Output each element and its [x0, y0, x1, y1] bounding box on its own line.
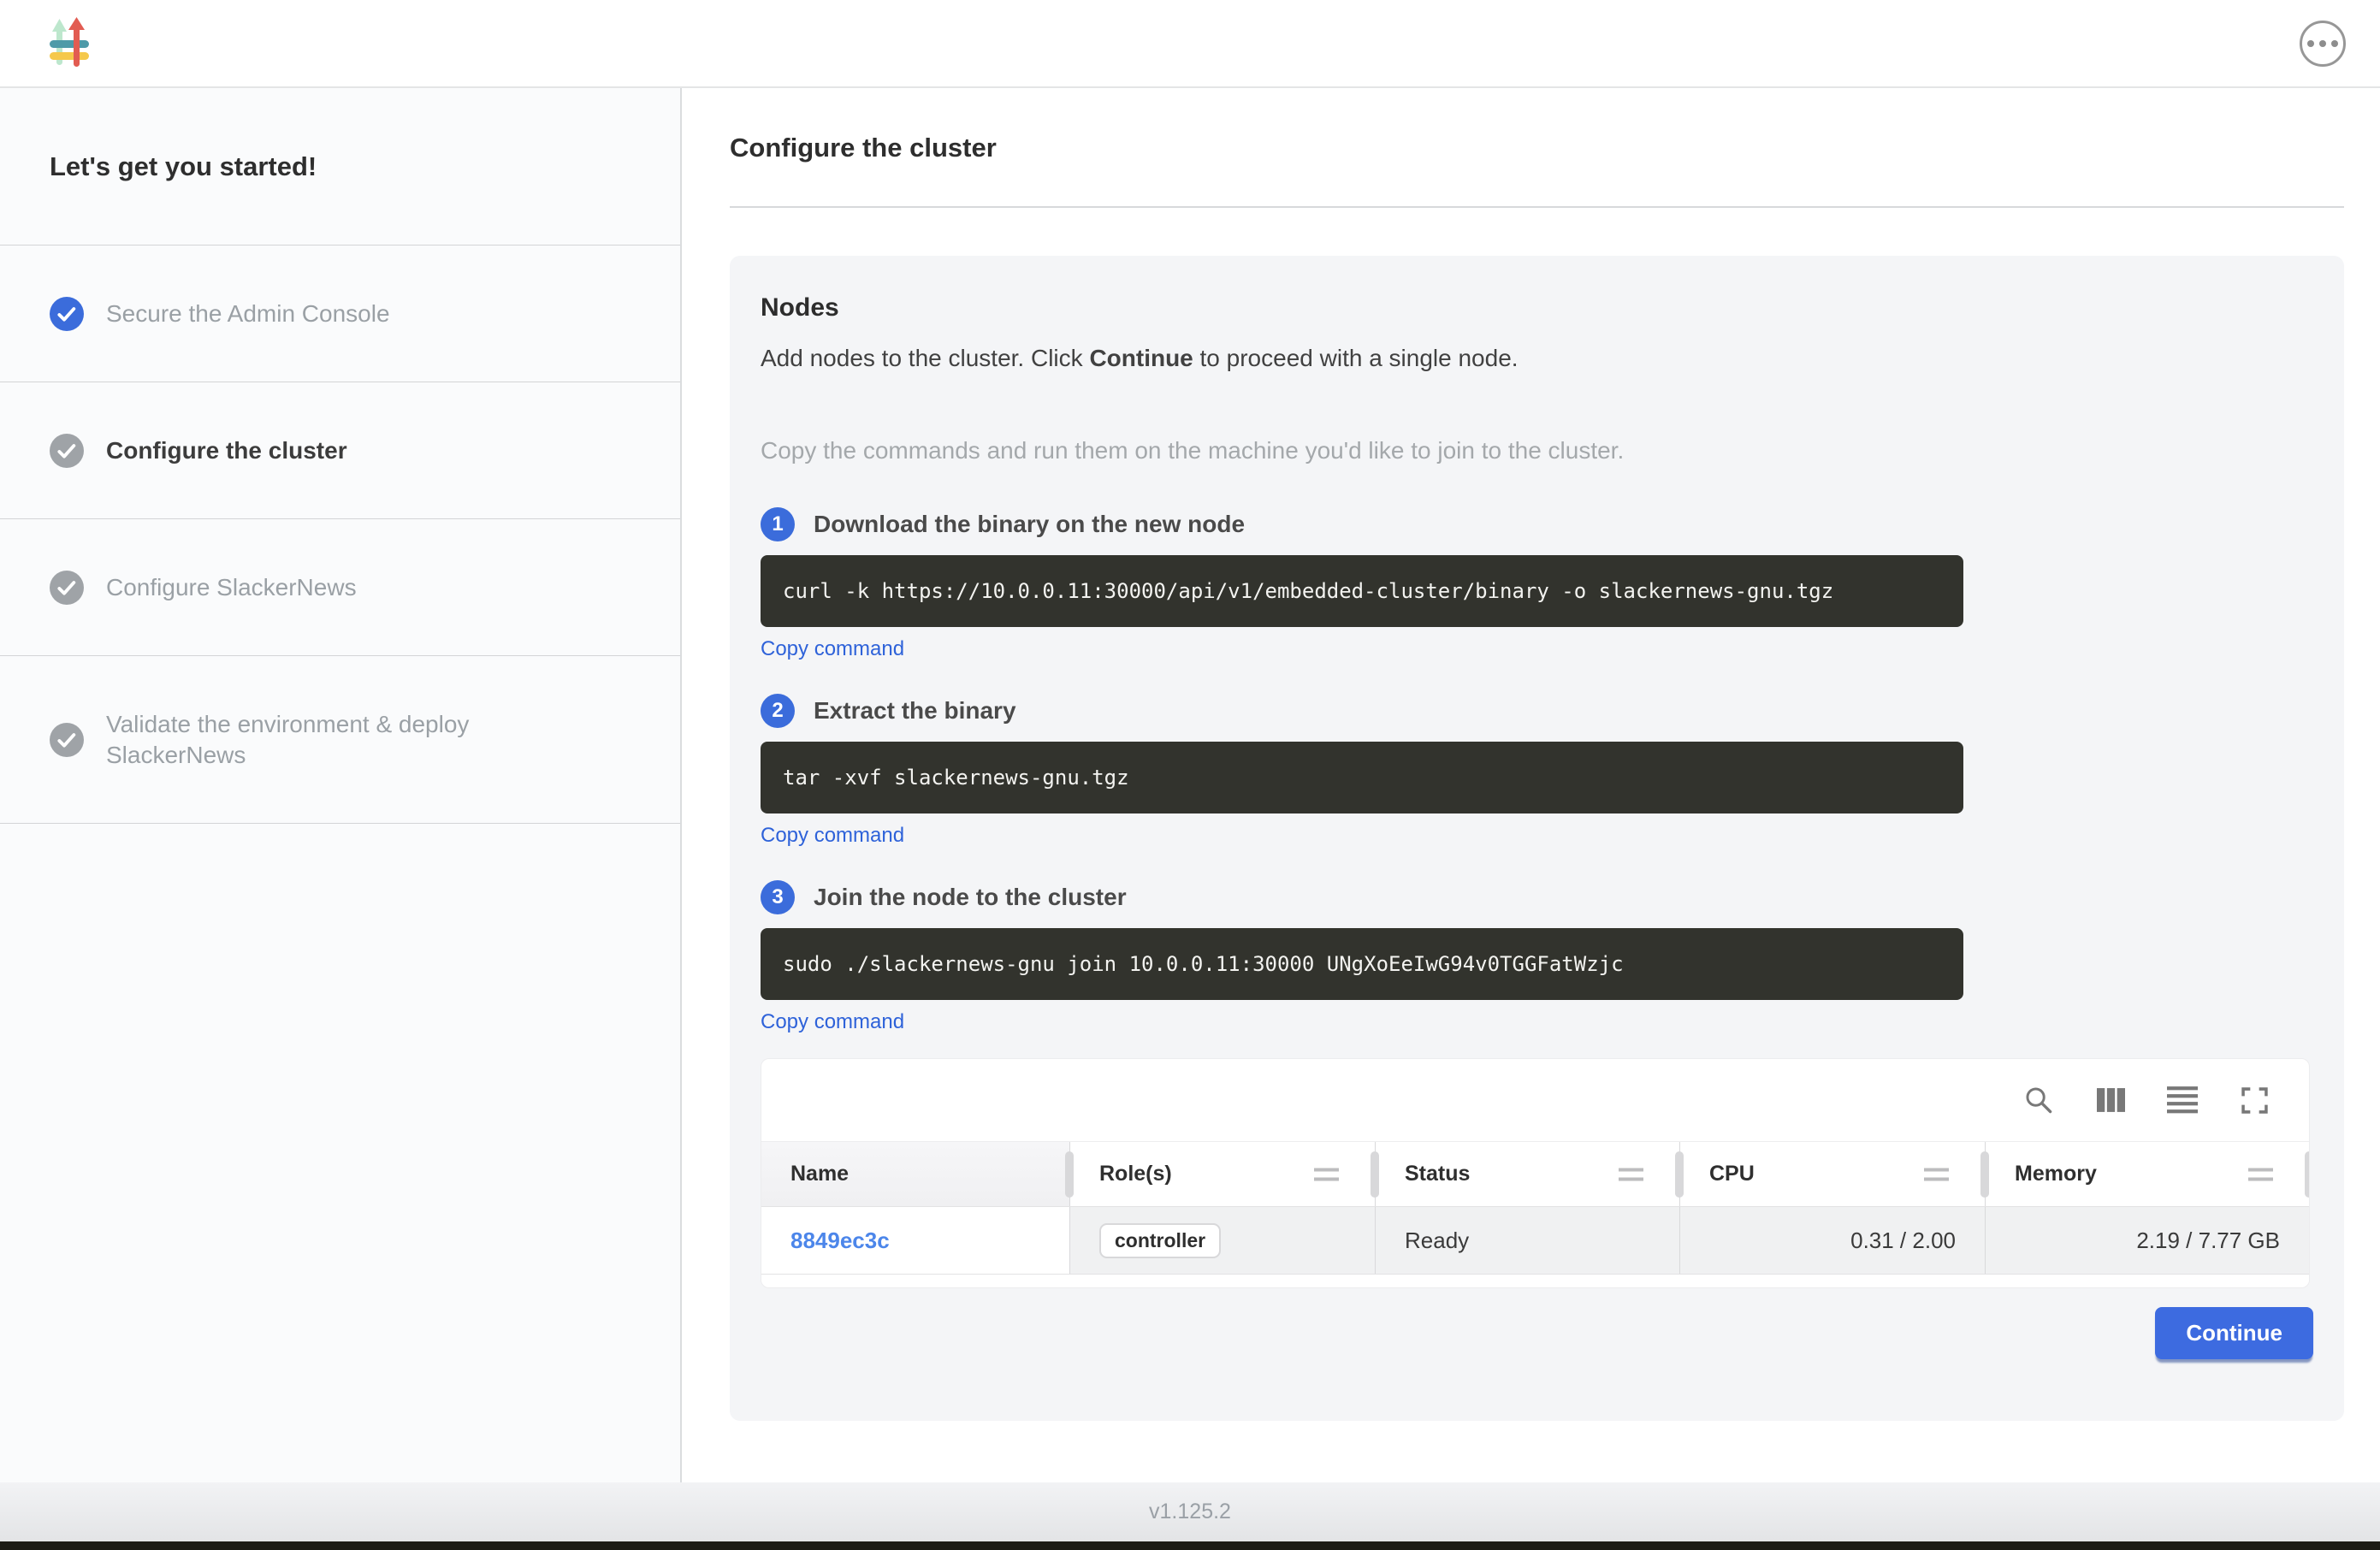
- column-resize-handle[interactable]: [1980, 1151, 1989, 1198]
- role-chip: controller: [1099, 1223, 1221, 1258]
- node-memory-cell: 2.19 / 7.77 GB: [1985, 1207, 2309, 1274]
- slackernews-logo: [50, 17, 89, 70]
- step-3-number-badge: 3: [761, 880, 795, 914]
- check-circle-icon-complete: [50, 297, 84, 331]
- density-icon[interactable]: [2167, 1085, 2198, 1115]
- nodes-intro-text: Add nodes to the cluster. Click Continue…: [761, 345, 2313, 372]
- view-columns-icon[interactable]: [2095, 1085, 2126, 1115]
- top-header: [0, 0, 2380, 88]
- fullscreen-icon[interactable]: [2239, 1085, 2270, 1115]
- ellipsis-menu-button[interactable]: [2300, 21, 2346, 67]
- sidebar-title: Let's get you started!: [0, 88, 680, 246]
- step-2-command-code: tar -xvf slackernews-gnu.tgz: [761, 742, 1963, 813]
- page-footer: v1.125.2: [0, 1482, 2380, 1541]
- step-1-copy-command-link[interactable]: Copy command: [761, 637, 904, 661]
- card-actions: Continue: [761, 1307, 2313, 1359]
- column-header-status[interactable]: Status: [1375, 1142, 1679, 1206]
- search-icon[interactable]: [2023, 1085, 2054, 1115]
- step-1-title: Download the binary on the new node: [814, 511, 1245, 538]
- column-menu-icon[interactable]: [1619, 1168, 1643, 1180]
- page-title: Configure the cluster: [730, 133, 2344, 163]
- column-menu-icon[interactable]: [1314, 1168, 1339, 1180]
- table-header-row: Name Role(s) Status CPU: [761, 1141, 2309, 1206]
- column-header-roles[interactable]: Role(s): [1069, 1142, 1375, 1206]
- check-circle-icon-pending: [50, 571, 84, 605]
- step-1-header: 1 Download the binary on the new node: [761, 507, 2313, 541]
- nodes-table: Name Role(s) Status CPU: [761, 1058, 2310, 1288]
- column-resize-handle[interactable]: [1675, 1151, 1684, 1198]
- step-2-header: 2 Extract the binary: [761, 694, 2313, 728]
- window-bottom-edge: [0, 1541, 2380, 1550]
- nodes-card-title: Nodes: [761, 293, 2313, 322]
- sidebar-item-label: Validate the environment & deploy Slacke…: [106, 709, 612, 771]
- node-roles-cell: controller: [1069, 1207, 1375, 1274]
- column-menu-icon[interactable]: [2248, 1168, 2273, 1180]
- version-label: v1.125.2: [1149, 1500, 1231, 1524]
- check-circle-icon-pending: [50, 723, 84, 757]
- step-2-number-badge: 2: [761, 694, 795, 728]
- column-header-cpu[interactable]: CPU: [1679, 1142, 1985, 1206]
- sidebar-item-label: Configure SlackerNews: [106, 572, 357, 603]
- node-name-link[interactable]: 8849ec3c: [790, 1228, 890, 1254]
- column-resize-handle[interactable]: [1371, 1151, 1379, 1198]
- sidebar-item-configure-slackernews[interactable]: Configure SlackerNews: [0, 519, 680, 656]
- node-status-cell: Ready: [1375, 1207, 1679, 1274]
- step-1-number-badge: 1: [761, 507, 795, 541]
- step-3-command-code: sudo ./slackernews-gnu join 10.0.0.11:30…: [761, 928, 1963, 1000]
- copy-commands-note: Copy the commands and run them on the ma…: [761, 437, 2313, 464]
- column-header-name[interactable]: Name: [761, 1142, 1069, 1206]
- table-bottom-padding: [761, 1275, 2309, 1287]
- setup-steps-sidebar: Let's get you started! Secure the Admin …: [0, 88, 682, 1482]
- column-resize-handle[interactable]: [2305, 1151, 2310, 1198]
- step-2-title: Extract the binary: [814, 697, 1016, 725]
- node-name-cell: 8849ec3c: [761, 1207, 1069, 1274]
- sidebar-item-secure-admin-console[interactable]: Secure the Admin Console: [0, 246, 680, 382]
- step-1-command-code: curl -k https://10.0.0.11:30000/api/v1/e…: [761, 555, 1963, 627]
- column-menu-icon[interactable]: [1924, 1168, 1949, 1180]
- sidebar-item-label: Configure the cluster: [106, 435, 347, 466]
- title-divider: [730, 206, 2344, 208]
- column-resize-handle[interactable]: [1065, 1151, 1074, 1198]
- main-content: Configure the cluster Nodes Add nodes to…: [684, 88, 2380, 1482]
- step-3-header: 3 Join the node to the cluster: [761, 880, 2313, 914]
- sidebar-item-label: Secure the Admin Console: [106, 299, 390, 329]
- node-cpu-cell: 0.31 / 2.00: [1679, 1207, 1985, 1274]
- column-header-memory[interactable]: Memory: [1985, 1142, 2309, 1206]
- table-row: 8849ec3c controller Ready 0.31 / 2.00 2.…: [761, 1206, 2309, 1275]
- sidebar-item-validate-deploy[interactable]: Validate the environment & deploy Slacke…: [0, 656, 680, 824]
- step-3-copy-command-link[interactable]: Copy command: [761, 1010, 904, 1034]
- continue-button[interactable]: Continue: [2155, 1307, 2313, 1359]
- ellipsis-icon: [2307, 40, 2314, 47]
- table-toolbar: [761, 1059, 2309, 1141]
- nodes-card: Nodes Add nodes to the cluster. Click Co…: [730, 256, 2344, 1421]
- sidebar-item-configure-cluster[interactable]: Configure the cluster: [0, 382, 680, 519]
- step-2-copy-command-link[interactable]: Copy command: [761, 824, 904, 848]
- check-circle-icon-pending: [50, 434, 84, 468]
- step-3-title: Join the node to the cluster: [814, 884, 1127, 911]
